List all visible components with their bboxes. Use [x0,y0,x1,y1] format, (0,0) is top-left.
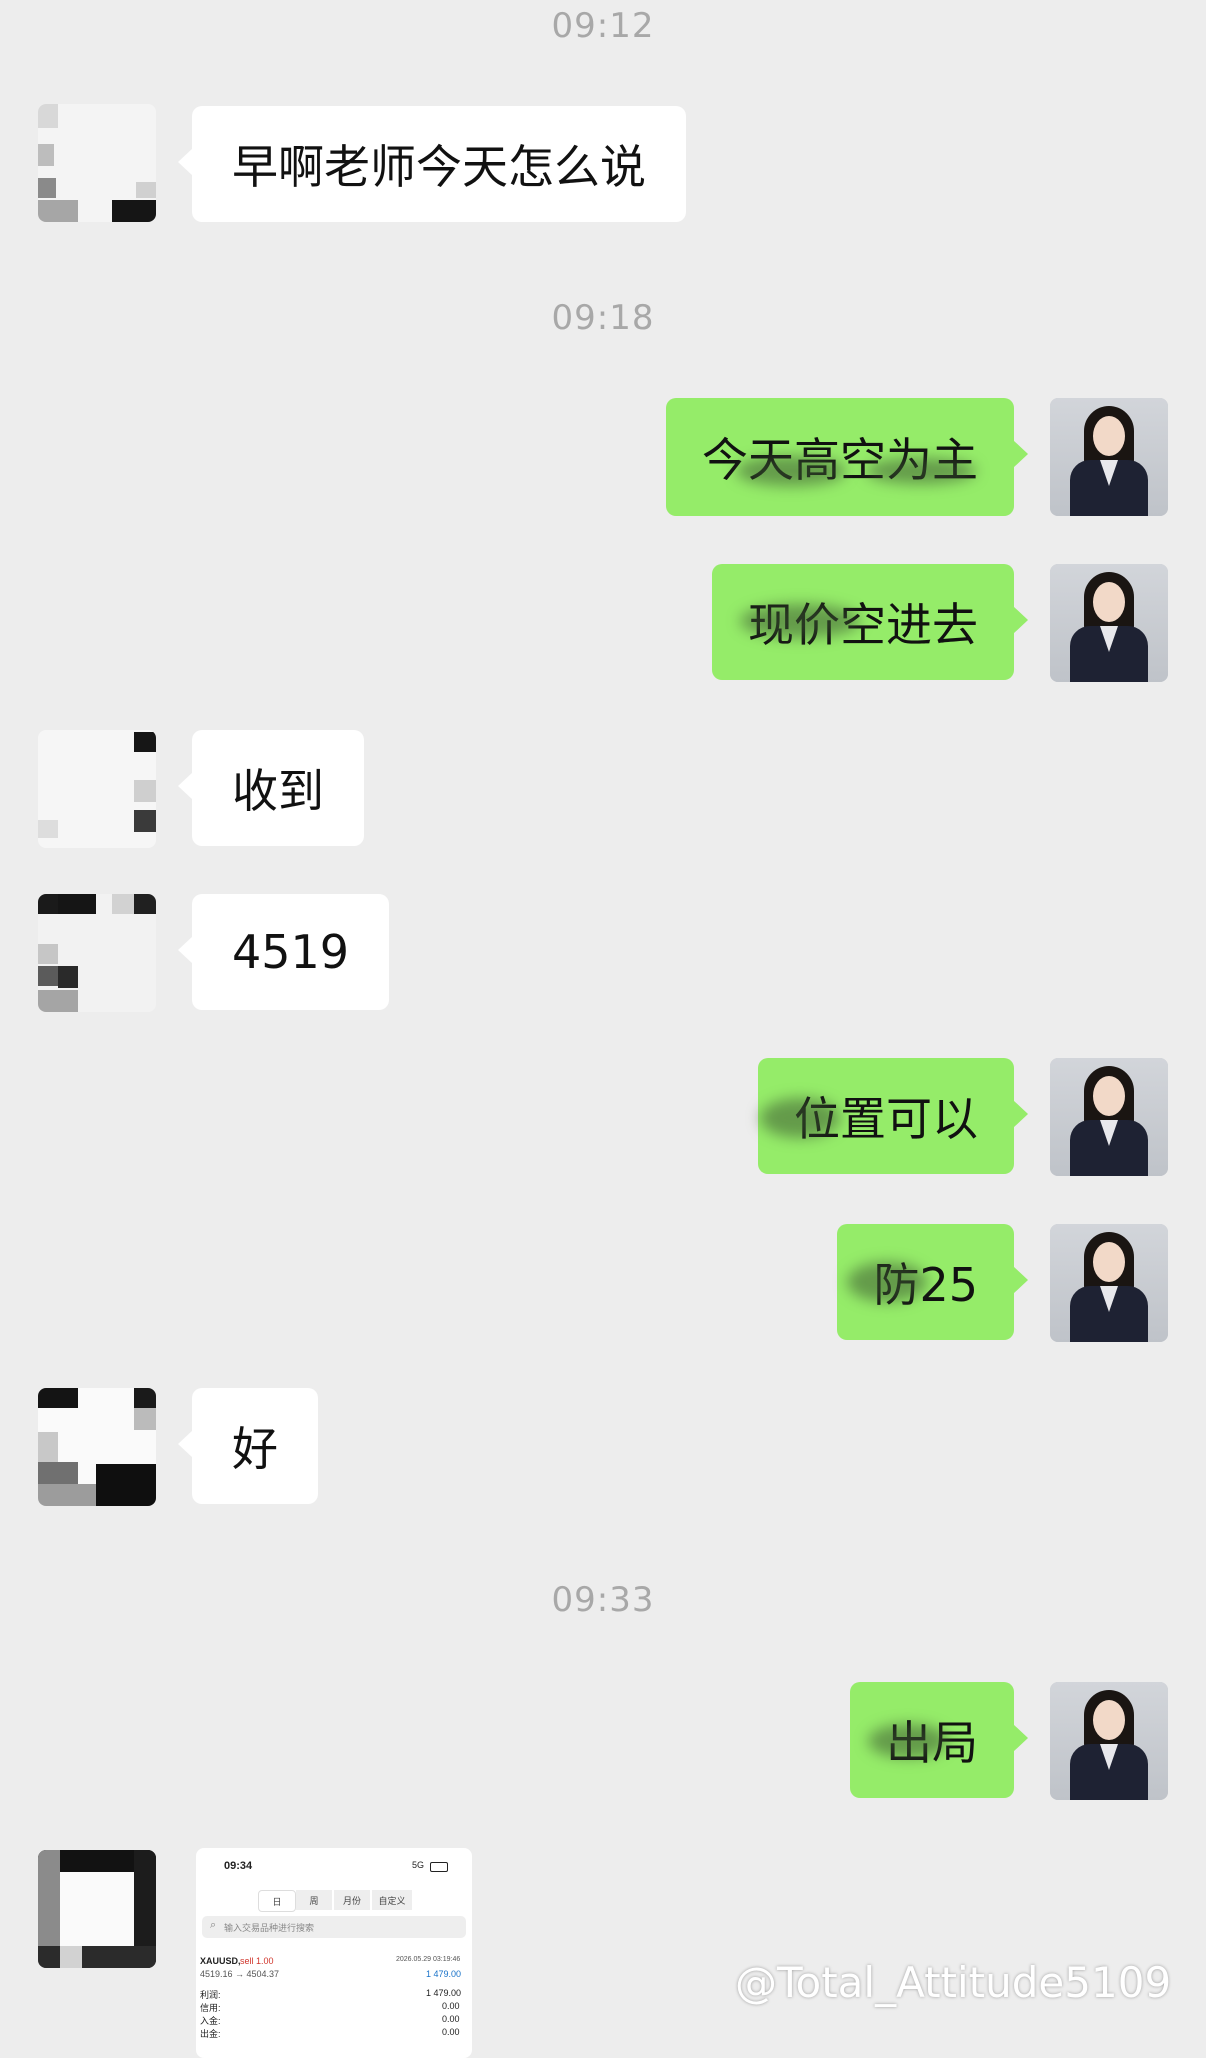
contact-avatar[interactable] [38,104,156,222]
summary-label: 出金: [200,2029,221,2039]
watermark: @Total_Attitude5109 [735,1958,1172,2007]
tab-month[interactable]: 月份 [334,1890,370,1910]
contact-avatar[interactable] [38,1388,156,1506]
message-text: 收到 [232,764,324,818]
summary-label: 利润: [200,1990,221,2000]
message-bubble-incoming[interactable]: 收到 [178,730,364,846]
summary-value: 1 479.00 [426,1988,462,1998]
timestamp: 09:12 [551,6,655,46]
contact-avatar[interactable] [38,894,156,1012]
message-bubble-outgoing[interactable]: 防25 [837,1224,1028,1340]
summary-value: 0.00 [442,2001,460,2011]
symbol-label: XAUUSD, [200,1956,241,1966]
network-indicator: 5G [412,1860,425,1870]
user-avatar[interactable] [1050,1682,1168,1800]
user-avatar[interactable] [1050,1224,1168,1342]
trade-datetime: 2026.05.29 03:19:46 [396,1956,461,1963]
summary-label: 入金: [200,2016,221,2026]
message-text: 好 [232,1422,278,1476]
trade-screenshot-image[interactable]: 09:34 5G 日 周 月份 自定义 ⌕ 输入交易品种进行搜索 XAUUSD,… [196,1848,472,2058]
tab-custom[interactable]: 自定义 [372,1890,412,1910]
search-input[interactable]: ⌕ 输入交易品种进行搜索 [202,1916,466,1938]
summary-label: 信用: [200,2003,221,2013]
tab-day[interactable]: 日 [258,1890,296,1912]
summary-value: 0.00 [442,2014,460,2024]
contact-avatar[interactable] [38,730,156,848]
user-avatar[interactable] [1050,398,1168,516]
price-move: 4519.16 → 4504.37 [200,1969,280,1979]
user-avatar[interactable] [1050,1058,1168,1176]
battery-icon [430,1862,448,1872]
message-bubble-incoming[interactable]: 早啊老师今天怎么说 [178,106,686,222]
timestamp: 09:18 [551,298,655,338]
message-bubble-outgoing[interactable]: 出局 [850,1682,1028,1798]
search-icon: ⌕ [210,1919,217,1931]
trade-side: sell 1.00 [240,1956,274,1966]
user-avatar[interactable] [1050,564,1168,682]
message-bubble-outgoing[interactable]: 现价空进去 [712,564,1028,680]
message-bubble-incoming[interactable]: 4519 [177,894,390,1010]
message-bubble-outgoing[interactable]: 今天高空为主 [666,398,1028,516]
tab-week[interactable]: 周 [296,1890,332,1910]
status-time: 09:34 [224,1860,253,1872]
message-text: 早啊老师今天怎么说 [232,140,646,194]
search-placeholder: 输入交易品种进行搜索 [224,1923,315,1933]
message-bubble-incoming[interactable]: 好 [178,1388,318,1504]
message-text: 4519 [232,925,350,979]
contact-avatar[interactable] [38,1850,156,1968]
timestamp: 09:33 [551,1580,655,1620]
profit-value: 1 479.00 [426,1969,462,1979]
message-bubble-outgoing[interactable]: 位置可以 [758,1058,1028,1174]
summary-value: 0.00 [442,2027,460,2037]
